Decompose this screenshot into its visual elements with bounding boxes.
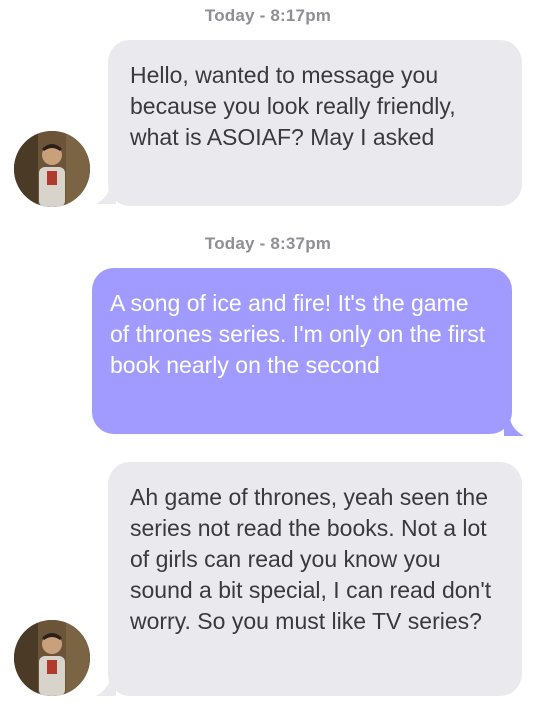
user-avatar-icon [14, 620, 90, 696]
timestamp: Today - 8:17pm [204, 6, 332, 25]
bubble-tail [96, 184, 116, 204]
chat-thread: Today - 8:17pm Hello, wanted to message … [0, 0, 536, 718]
bubble-tail [504, 416, 524, 436]
avatar[interactable] [14, 131, 90, 207]
user-avatar-icon [14, 131, 90, 207]
message-bubble-received[interactable]: Ah game of thrones, yeah seen the series… [108, 462, 522, 696]
timestamp: Today - 8:37pm [204, 234, 332, 253]
message-bubble-sent[interactable]: A song of ice and fire! It's the game of… [92, 268, 512, 434]
bubble-tail [96, 676, 116, 696]
avatar[interactable] [14, 620, 90, 696]
message-bubble-received[interactable]: Hello, wanted to message you because you… [108, 40, 522, 206]
